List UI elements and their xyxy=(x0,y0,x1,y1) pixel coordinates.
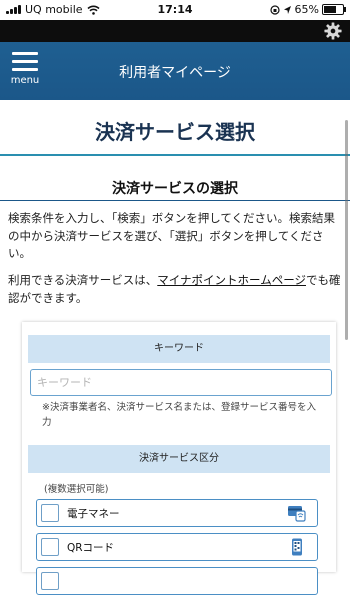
keyword-input[interactable] xyxy=(30,369,332,396)
third-checkbox[interactable] xyxy=(41,572,59,590)
category-header: 決済サービス区分 xyxy=(28,445,330,473)
instructions-text: 検索条件を入力し、「検索」ボタンを押してください。検索結果の中から決済サービスを… xyxy=(8,211,336,260)
section-title: 決済サービスの選択 xyxy=(112,181,238,197)
status-right: 65% xyxy=(269,3,346,16)
status-bar: UQ mobile 17:14 65% xyxy=(0,0,350,20)
battery-icon xyxy=(322,4,346,15)
gear-icon[interactable] xyxy=(324,22,342,40)
option-label: QRコード xyxy=(67,542,115,554)
keyword-header: キーワード xyxy=(28,335,330,363)
keyword-hint: ※決済事業者名、決済サービス名または、登録サービス番号を入力 xyxy=(42,402,316,428)
header-title: 利用者マイページ xyxy=(119,65,231,81)
orientation-lock-icon xyxy=(269,4,280,15)
info-prefix: 利用できる決済サービスは、 xyxy=(8,273,158,287)
title-divider xyxy=(0,154,350,156)
battery-percent: 65% xyxy=(294,3,319,16)
info-text: 利用できる決済サービスは、マイナポイントホームページでも確認ができます。 xyxy=(8,272,342,307)
multi-select-note: (複数選択可能) xyxy=(44,484,109,495)
emoney-card-icon xyxy=(288,506,306,522)
page-title: 決済サービス選択 xyxy=(95,120,255,144)
search-card: キーワード ※決済事業者名、決済サービス名または、登録サービス番号を入力 決済サ… xyxy=(22,322,336,595)
section-divider xyxy=(0,200,350,201)
mynapoint-homepage-link[interactable]: マイナポイントホームページ xyxy=(157,273,306,287)
qr-phone-icon xyxy=(292,538,302,556)
emoney-checkbox[interactable] xyxy=(41,504,59,522)
app-header: menu 利用者マイページ xyxy=(0,42,350,100)
scrollbar[interactable] xyxy=(345,120,348,340)
option-emoney[interactable]: 電子マネー xyxy=(36,499,318,527)
option-label: 電子マネー xyxy=(67,508,120,520)
top-toolbar xyxy=(0,20,350,42)
option-qr-code[interactable]: QRコード xyxy=(36,533,318,561)
qr-checkbox[interactable] xyxy=(41,538,59,556)
location-icon xyxy=(283,5,291,14)
option-third[interactable] xyxy=(36,567,318,595)
